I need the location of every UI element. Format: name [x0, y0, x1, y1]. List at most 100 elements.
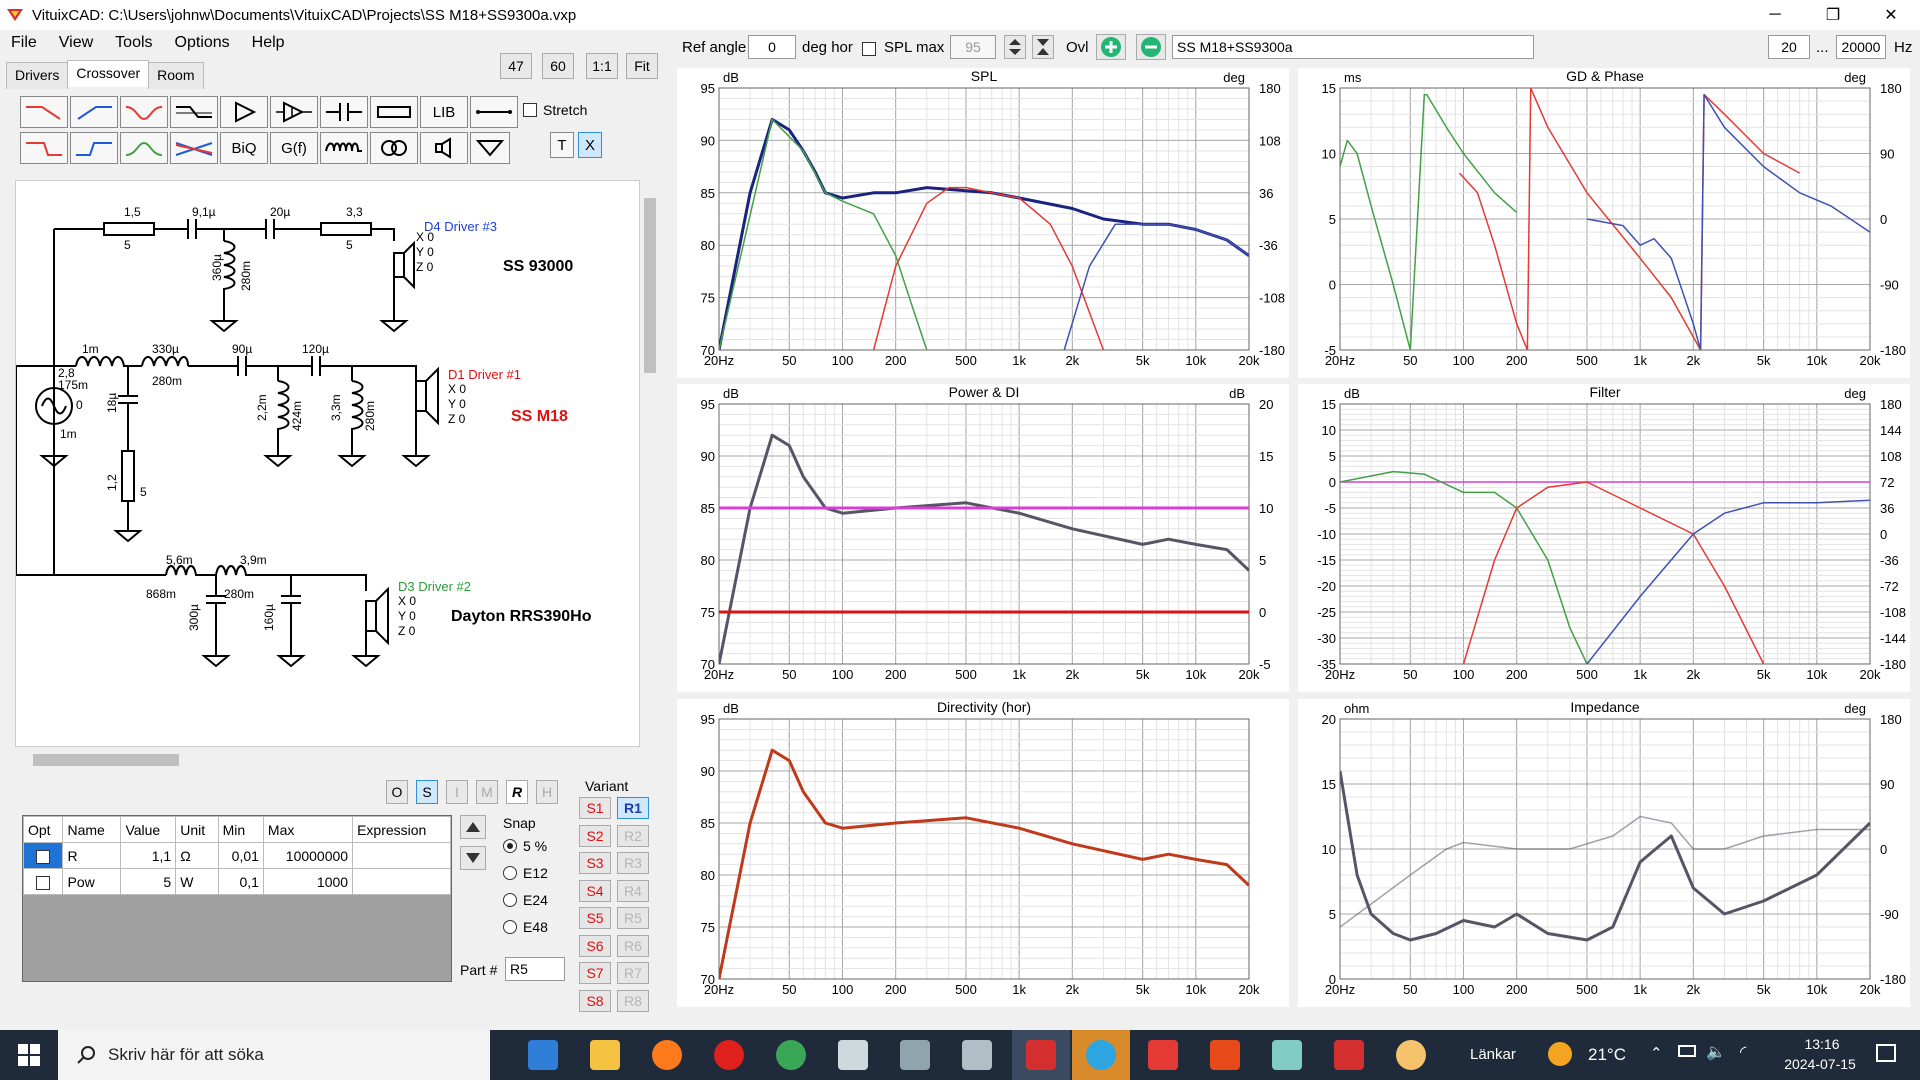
- tab-drivers[interactable]: Drivers: [6, 62, 69, 89]
- spl-max-checkbox[interactable]: [862, 40, 876, 57]
- variant-r4-button[interactable]: R4: [617, 879, 649, 902]
- scroll-thumb[interactable]: [644, 198, 656, 373]
- tab-room[interactable]: Room: [148, 62, 204, 89]
- max-cell[interactable]: 10000000: [262, 842, 354, 869]
- transformer-icon[interactable]: [370, 132, 418, 164]
- bandstop-icon[interactable]: [120, 96, 168, 128]
- biquad-button[interactable]: BiQ: [220, 132, 268, 164]
- paint-icon[interactable]: [1396, 1040, 1426, 1070]
- menu-view[interactable]: View: [48, 34, 104, 52]
- vituixcad-icon[interactable]: [1026, 1040, 1056, 1070]
- view-i-button[interactable]: I: [446, 780, 468, 804]
- variant-s1-button[interactable]: S1: [579, 797, 611, 819]
- acrobat-icon[interactable]: [1334, 1040, 1364, 1070]
- bandpass-icon[interactable]: [120, 132, 168, 164]
- firefox-icon[interactable]: [652, 1040, 682, 1070]
- expression-cell[interactable]: [352, 842, 451, 869]
- name-cell[interactable]: Pow: [62, 868, 122, 895]
- opt-cell[interactable]: [22, 868, 64, 895]
- part-number-input[interactable]: R5: [505, 957, 565, 981]
- directivity-chart[interactable]: 95 90 85 80 75 70 20Hz 50 100 200 500 1k 2k 5k 10k 20k D…: [677, 699, 1289, 1007]
- speaker-icon[interactable]: 🔈: [1706, 1042, 1726, 1062]
- tab-crossover[interactable]: Crossover: [67, 60, 150, 87]
- zoom-fit-button[interactable]: Fit: [626, 53, 658, 79]
- battery-icon[interactable]: [1678, 1045, 1696, 1057]
- overlay-name-input[interactable]: SS M18+SS9300a: [1172, 35, 1534, 59]
- menu-help[interactable]: Help: [241, 34, 296, 52]
- lowpass-2-icon[interactable]: [20, 132, 68, 164]
- minimize-button[interactable]: ─: [1746, 0, 1804, 30]
- shelf-icon[interactable]: [170, 96, 218, 128]
- variant-s7-button[interactable]: S7: [579, 962, 611, 984]
- opera-icon[interactable]: [714, 1040, 744, 1070]
- ref-angle-input[interactable]: 0: [748, 35, 796, 59]
- menu-options[interactable]: Options: [164, 34, 241, 52]
- clock-date[interactable]: 2024-07-15: [1770, 1056, 1870, 1072]
- notepad-icon[interactable]: [1272, 1040, 1302, 1070]
- app-icon[interactable]: [1148, 1040, 1178, 1070]
- notifications-icon[interactable]: [1876, 1044, 1896, 1062]
- opamp-icon[interactable]: [270, 96, 318, 128]
- freq-min-input[interactable]: 20: [1768, 35, 1810, 59]
- view-h-button[interactable]: H: [536, 780, 558, 804]
- filter-chart[interactable]: 15 180 10 144 5 108 0 72 -5 36 -10 0 -15 -36 -20 -72 -25…: [1298, 384, 1910, 692]
- impedance-chart[interactable]: 20 180 15 90 10 0 5 -90 0 -180 20Hz 50 100 200 500 1k 2k…: [1298, 699, 1910, 1007]
- headphones-icon[interactable]: [838, 1040, 868, 1070]
- name-cell[interactable]: R: [62, 842, 122, 869]
- buffer-icon[interactable]: [220, 96, 268, 128]
- radio-icon[interactable]: [503, 920, 517, 934]
- weather-icon[interactable]: [1548, 1042, 1572, 1066]
- min-cell[interactable]: 0,01: [217, 842, 264, 869]
- view-r-button[interactable]: R: [506, 780, 528, 804]
- library-button[interactable]: LIB: [420, 96, 468, 128]
- chevron-up-icon[interactable]: ⌃: [1650, 1044, 1663, 1062]
- text-button[interactable]: T: [550, 132, 574, 158]
- value-cell[interactable]: 1,1: [120, 842, 177, 869]
- variant-s8-button[interactable]: S8: [579, 989, 611, 1012]
- variant-s3-button[interactable]: S3: [579, 852, 611, 874]
- spl-max-check[interactable]: [862, 42, 876, 57]
- opt-cell[interactable]: [22, 842, 64, 869]
- variant-s6-button[interactable]: S6: [579, 934, 611, 957]
- freq-max-input[interactable]: 20000: [1836, 35, 1886, 59]
- taskbar-search[interactable]: Skriv här för att söka: [58, 1030, 490, 1080]
- temperature[interactable]: 21°C: [1588, 1045, 1626, 1065]
- capacitor-icon[interactable]: [320, 96, 368, 128]
- variant-r8-button[interactable]: R8: [617, 989, 649, 1012]
- driver-icon[interactable]: [420, 132, 468, 164]
- spl-chart[interactable]: 95 180 90 108 85 36 80 -36 75 -108 70 -180 20Hz 50 100…: [677, 68, 1289, 378]
- expression-cell[interactable]: [352, 868, 451, 895]
- driver-d4-label[interactable]: D4 Driver #3: [424, 219, 497, 234]
- menu-tools[interactable]: Tools: [104, 34, 163, 52]
- allpass-icon[interactable]: [170, 132, 218, 164]
- spinner-up-down-icon[interactable]: [1004, 35, 1026, 59]
- snap-option-e24[interactable]: E24: [503, 892, 548, 908]
- remove-overlay-button[interactable]: [1136, 34, 1166, 60]
- stretch-checkbox[interactable]: Stretch: [523, 102, 587, 118]
- zoom-60-button[interactable]: 60: [542, 53, 574, 79]
- opt-checkbox[interactable]: [36, 849, 51, 864]
- power-di-chart[interactable]: 95 20 90 15 85 10 80 5 75 0 70 -5 20Hz 50 100 200 500 1k 2…: [677, 384, 1289, 692]
- move-down-button[interactable]: [460, 846, 486, 870]
- variant-s4-button[interactable]: S4: [579, 879, 611, 902]
- scroll-thumb[interactable]: [33, 754, 179, 766]
- file-explorer-icon[interactable]: [590, 1040, 620, 1070]
- wire-icon[interactable]: [470, 96, 518, 128]
- min-cell[interactable]: 0,1: [217, 868, 264, 895]
- clock-time[interactable]: 13:16: [1792, 1036, 1852, 1052]
- view-s-button[interactable]: S: [416, 780, 438, 804]
- radio-icon[interactable]: [503, 839, 517, 853]
- calculator-icon[interactable]: [962, 1040, 992, 1070]
- snap-option-e12[interactable]: E12: [503, 865, 548, 881]
- scanner-icon[interactable]: [900, 1040, 930, 1070]
- ground-icon[interactable]: [470, 132, 510, 164]
- stretch-check-box[interactable]: [523, 103, 537, 117]
- lowpass-1-icon[interactable]: [20, 96, 68, 128]
- schematic-vertical-scrollbar[interactable]: [640, 180, 660, 747]
- snap-option-5pct[interactable]: 5 %: [503, 838, 547, 854]
- menu-file[interactable]: File: [0, 34, 48, 52]
- spl-max-input[interactable]: 95: [950, 35, 996, 59]
- maximize-button[interactable]: ❐: [1804, 0, 1862, 30]
- view-o-button[interactable]: O: [386, 780, 408, 804]
- inductor-icon[interactable]: [320, 132, 368, 164]
